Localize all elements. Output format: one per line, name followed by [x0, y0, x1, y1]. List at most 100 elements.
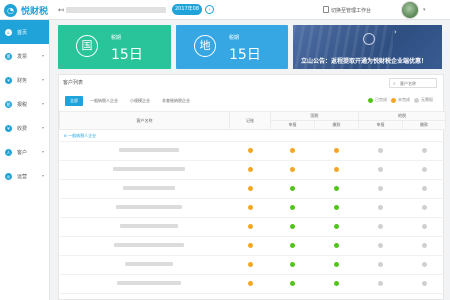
chevron-down-icon[interactable]: ▾ [423, 7, 426, 13]
sidebar-item-0[interactable]: ⌂ 首页 [0, 20, 49, 44]
header-national-payment: 缴款 [314, 120, 359, 130]
sidebar-item-4[interactable]: ¥ 收费 ▾ [0, 116, 49, 140]
check-icon[interactable] [290, 261, 295, 267]
pending-icon[interactable] [247, 280, 253, 286]
pending-icon[interactable] [247, 261, 253, 267]
sidebar-item-label: 报税 [17, 101, 28, 108]
legend-dot-icon [414, 97, 419, 103]
table-row[interactable] [59, 217, 446, 237]
search-icon[interactable]: ⌕ [393, 81, 396, 87]
pending-icon[interactable] [290, 147, 295, 153]
not-required-icon[interactable] [421, 147, 427, 153]
check-icon[interactable] [290, 280, 295, 286]
check-icon[interactable] [334, 204, 339, 210]
customer-search[interactable]: ⌕ [389, 78, 437, 88]
pending-icon[interactable] [334, 147, 339, 153]
not-required-icon[interactable] [421, 223, 427, 229]
check-icon[interactable] [290, 185, 295, 191]
customer-list-panel: 客户列表 ⌕ 全部一般纳税人企业小规模企业非查账纳税企业 已完成未完成无需报 客… [58, 74, 446, 300]
table-row[interactable] [59, 141, 446, 161]
not-required-icon[interactable] [421, 185, 427, 191]
not-required-icon[interactable] [421, 204, 427, 210]
period-selector[interactable]: 2017年08 [172, 4, 202, 15]
check-icon[interactable] [290, 223, 295, 229]
not-required-icon[interactable] [378, 166, 383, 172]
pending-icon[interactable] [247, 147, 253, 153]
check-icon[interactable] [334, 185, 339, 191]
table-row[interactable] [59, 198, 446, 218]
sidebar-item-5[interactable]: 人客户 ▾ [0, 140, 49, 164]
sidebar-item-2[interactable]: ¥ 财务 ▾ [0, 68, 49, 92]
national-declare-status-cell [270, 141, 315, 161]
filter-tab-0[interactable]: 全部 [65, 96, 83, 106]
pending-icon[interactable] [290, 166, 295, 172]
not-required-icon[interactable] [421, 242, 427, 248]
pending-icon[interactable] [247, 204, 253, 210]
banner-text: 立山公告：返程提取开通为悦财税企业端优惠！ [301, 58, 428, 65]
legend-item-2: 无需报 [414, 97, 433, 103]
table-row[interactable] [59, 274, 446, 294]
pending-icon[interactable] [247, 223, 253, 229]
filter-tab-1[interactable]: 一般纳税人企业 [85, 96, 123, 106]
check-icon[interactable] [334, 223, 339, 229]
not-required-icon[interactable] [421, 166, 427, 172]
check-icon[interactable] [334, 261, 339, 267]
table-row[interactable] [59, 255, 446, 275]
check-icon[interactable] [290, 204, 295, 210]
sidebar-item-6[interactable]: ◎ 运营 ▾ [0, 164, 49, 188]
table-row[interactable] [59, 179, 446, 199]
not-required-icon[interactable] [378, 280, 383, 286]
customer-name-cell[interactable] [59, 217, 230, 237]
not-required-icon[interactable] [378, 223, 383, 229]
not-required-icon[interactable] [421, 280, 427, 286]
not-required-icon[interactable] [378, 204, 383, 210]
customer-name-cell[interactable] [59, 236, 230, 256]
announcement-banner[interactable]: › 立山公告：返程提取开通为悦财税企业端优惠！ [293, 25, 442, 69]
local-declare-status-cell [358, 217, 403, 237]
chevron-down-icon: ▾ [41, 149, 44, 154]
local-payment-status-cell [402, 274, 446, 294]
bookkeeping-status-cell [229, 217, 271, 237]
header-national-tax: 国税 [270, 111, 359, 121]
customer-name-cell[interactable] [59, 274, 230, 294]
chevron-down-icon: ▾ [41, 125, 44, 130]
legend-label: 无需报 [421, 97, 433, 102]
customer-name-cell[interactable] [59, 198, 230, 218]
banner-next-icon[interactable]: › [394, 28, 397, 36]
sidebar-item-1[interactable]: 票发票 ▾ [0, 44, 49, 68]
customer-name-cell[interactable] [59, 160, 230, 180]
sidebar-item-3[interactable]: 税报税 ▾ [0, 92, 49, 116]
pending-icon[interactable] [334, 166, 339, 172]
filter-tab-2[interactable]: 小规模企业 [125, 96, 155, 106]
check-icon[interactable] [334, 280, 339, 286]
pending-icon[interactable] [247, 166, 253, 172]
pending-icon[interactable] [247, 242, 253, 248]
customer-name-cell[interactable] [59, 141, 230, 161]
not-required-icon[interactable] [378, 185, 383, 191]
check-icon[interactable] [290, 242, 295, 248]
customer-name-cell[interactable] [59, 179, 230, 199]
not-required-icon[interactable] [421, 261, 427, 267]
not-required-icon[interactable] [378, 261, 383, 267]
switch-workspace-link[interactable]: 切换至管理工作台 [331, 7, 371, 14]
group-row[interactable]: ⊖ 一般纳税人企业 [59, 129, 446, 142]
national-tax-card[interactable]: 国 税期 15日 [58, 25, 171, 69]
next-period-button[interactable]: › [205, 5, 214, 14]
sidebar-item-label: 发票 [17, 53, 28, 60]
local-tax-card[interactable]: 地 税期 15日 [176, 25, 288, 69]
check-icon[interactable] [334, 242, 339, 248]
legend-item-1: 未完成 [391, 97, 410, 103]
table-row[interactable] [59, 160, 446, 180]
customer-name-cell[interactable] [59, 255, 230, 275]
app-logo[interactable]: ◔ 悦财税 [4, 3, 48, 17]
not-required-icon[interactable] [378, 242, 383, 248]
pending-icon[interactable] [247, 185, 253, 191]
filter-tab-3[interactable]: 非查账纳税企业 [157, 96, 195, 106]
avatar[interactable] [401, 1, 419, 19]
not-required-icon[interactable] [378, 147, 383, 153]
group-label[interactable]: ⊖ 一般纳税人企业 [59, 129, 446, 142]
back-icon[interactable]: ↤ [58, 6, 64, 14]
top-bar: ◔ 悦财税 ↤ 2017年08 › 切换至管理工作台 ▾ [0, 0, 450, 20]
search-input[interactable] [400, 80, 436, 87]
table-row[interactable] [59, 236, 446, 256]
